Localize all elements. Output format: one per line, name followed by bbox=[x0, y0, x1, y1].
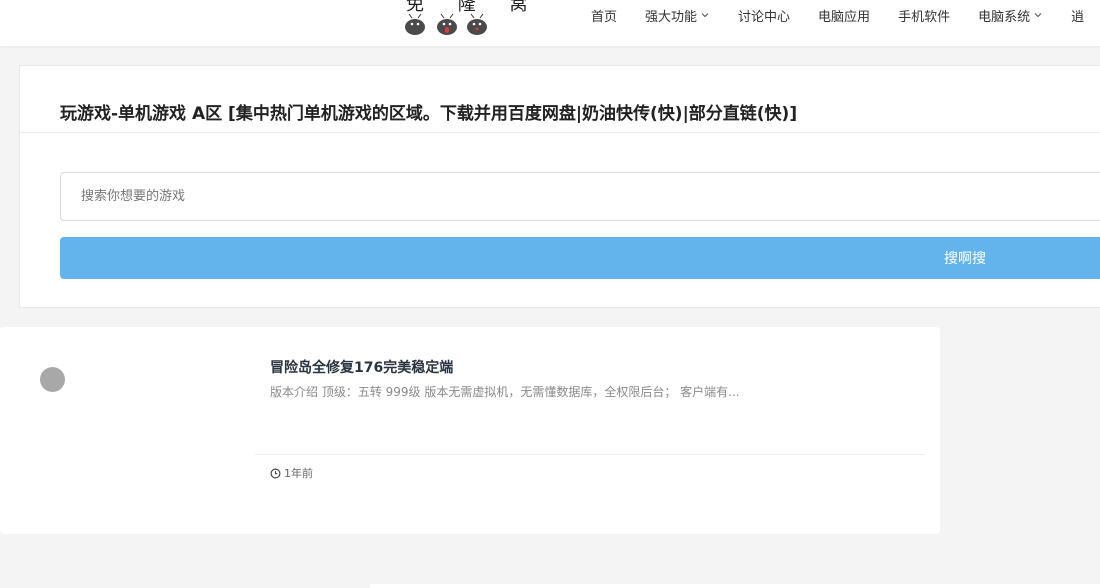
bug-mascot-icon bbox=[467, 13, 487, 35]
search-button[interactable]: 搜啊搜 bbox=[60, 237, 1100, 279]
nav-item-pc-systems[interactable]: 电脑系统 bbox=[978, 6, 1043, 25]
nav-item-home[interactable]: 首页 bbox=[591, 6, 617, 25]
nav-item-more[interactable]: 逍 bbox=[1071, 6, 1084, 25]
search-input[interactable] bbox=[60, 172, 1100, 221]
nav-item-label: 逍 bbox=[1071, 9, 1085, 25]
next-card-edge bbox=[370, 584, 1100, 588]
nav-item-label: 电脑应用 bbox=[818, 9, 871, 25]
site-logo[interactable]: 免 隆 窝 bbox=[398, 0, 527, 36]
nav-item-label: 强大功能 bbox=[645, 9, 698, 25]
post-excerpt: 版本介绍 顶级：五转 999级 版本无需虚拟机，无需懂数据库，全权限后台； 客户… bbox=[270, 385, 740, 399]
nav-item-mobile-software[interactable]: 手机软件 bbox=[898, 6, 950, 25]
nav-item-pc-apps[interactable]: 电脑应用 bbox=[818, 6, 870, 25]
chevron-down-icon bbox=[701, 13, 709, 18]
nav-item-label: 首页 bbox=[591, 9, 618, 25]
nav-item-label: 手机软件 bbox=[898, 9, 951, 25]
logo-mascots bbox=[404, 12, 494, 36]
post-meta: 1年前 bbox=[270, 465, 313, 481]
post-card: 冒险岛全修复176完美稳定端 版本介绍 顶级：五转 999级 版本无需虚拟机，无… bbox=[0, 327, 940, 534]
nav-item-discussion[interactable]: 讨论中心 bbox=[738, 6, 790, 25]
clock-icon bbox=[270, 468, 281, 478]
search-button-label: 搜啊搜 bbox=[944, 251, 986, 267]
category-panel: 玩游戏-单机游戏 A区 [集中热门单机游戏的区域。下载并用百度网盘|奶油快传(快… bbox=[19, 65, 1100, 308]
divider bbox=[20, 132, 1100, 133]
main-nav: 首页 强大功能 讨论中心 电脑应用 手机软件 电脑系统 逍 bbox=[576, 0, 1100, 30]
post-time: 1年前 bbox=[284, 467, 313, 480]
loading-placeholder bbox=[40, 367, 65, 392]
bug-mascot-icon bbox=[437, 13, 457, 35]
site-header: 免 隆 窝 首页 强大功能 讨论中心 电脑应用 手机软件 电脑系统 逍 bbox=[0, 0, 1100, 46]
chevron-down-icon bbox=[1034, 13, 1042, 18]
nav-item-label: 讨论中心 bbox=[738, 9, 791, 25]
page-title: 玩游戏-单机游戏 A区 [集中热门单机游戏的区域。下载并用百度网盘|奶油快传(快… bbox=[60, 104, 798, 125]
divider bbox=[255, 454, 925, 455]
nav-item-label: 电脑系统 bbox=[978, 9, 1031, 25]
nav-item-features[interactable]: 强大功能 bbox=[645, 6, 710, 25]
bug-mascot-icon bbox=[405, 13, 425, 35]
post-title[interactable]: 冒险岛全修复176完美稳定端 bbox=[270, 357, 453, 377]
